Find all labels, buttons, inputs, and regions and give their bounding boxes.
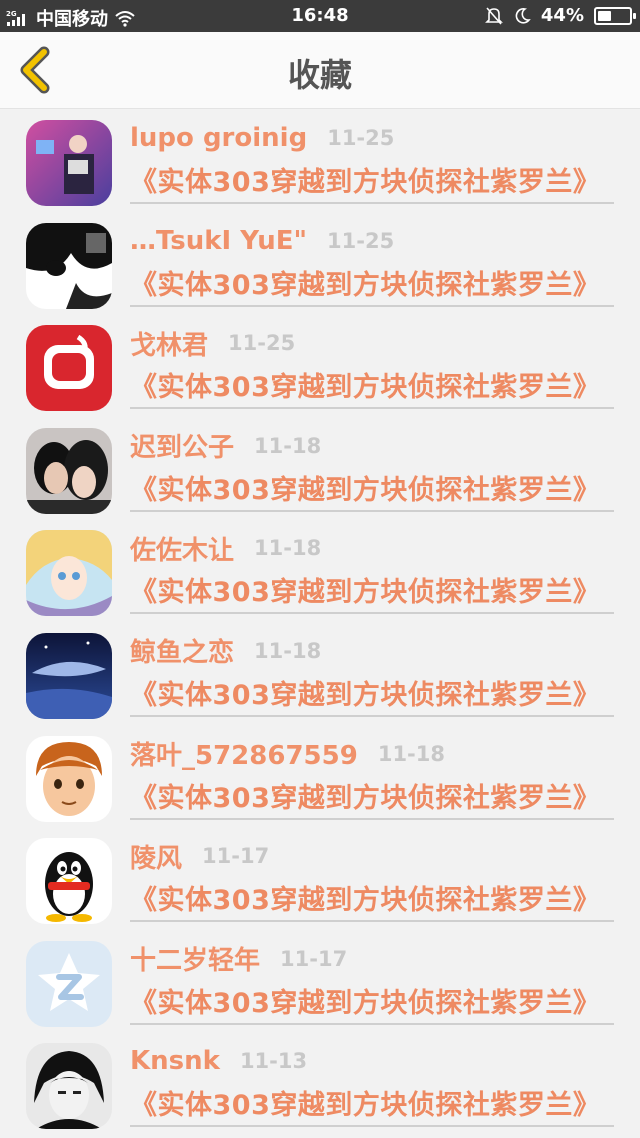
avatar[interactable] [26,838,112,925]
date: 11-18 [254,536,322,561]
story-title[interactable]: 《实体303穿越到方块侦探社紫罗兰》 [130,160,614,199]
username[interactable]: 鲸鱼之恋 [130,632,234,669]
date: 11-25 [327,228,395,253]
avatar[interactable] [26,530,112,617]
list-item[interactable]: 戈林君 11-25 《实体303穿越到方块侦探社紫罗兰》 [0,313,640,416]
username[interactable]: 落叶_572867559 [130,735,358,772]
username[interactable]: 佐佐木让 [130,530,234,567]
bell-muted-icon [484,6,503,25]
avatar[interactable] [26,632,112,719]
avatar[interactable] [26,1043,112,1130]
item-content: 陵风 11-17 《实体303穿越到方块侦探社紫罗兰》 [130,838,614,923]
story-title[interactable]: 《实体303穿越到方块侦探社紫罗兰》 [130,878,614,917]
battery-fill [598,10,612,21]
item-content: 迟到公子 11-18 《实体303穿越到方块侦探社紫罗兰》 [130,428,614,512]
date: 11-17 [202,844,270,869]
date: 11-13 [239,1049,308,1074]
list-item[interactable]: 十二岁轻年 11-17 《实体303穿越到方块侦探社紫罗兰》 [0,929,640,1032]
story-title[interactable]: 《实体303穿越到方块侦探社紫罗兰》 [130,468,614,507]
story-title[interactable]: 《实体303穿越到方块侦探社紫罗兰》 [130,673,614,712]
username[interactable]: 陵风 [130,838,182,875]
avatar[interactable] [26,120,112,206]
list-item[interactable]: 佐佐木让 11-18 《实体303穿越到方块侦探社紫罗兰》 [0,518,640,621]
page-title: 收藏 [287,56,352,94]
date: 11-17 [280,946,348,971]
list-item[interactable]: Knsnk 11-13 《实体303穿越到方块侦探社紫罗兰》 [0,1031,640,1134]
username[interactable]: lupo groinig [130,123,307,153]
list-item[interactable]: 落叶_572867559 11-18 《实体303穿越到方块侦探社紫罗兰》 [0,724,640,827]
list-item[interactable]: 鲸鱼之恋 11-18 《实体303穿越到方块侦探社紫罗兰》 [0,621,640,724]
avatar[interactable] [26,735,112,822]
status-bar: 2G 中国移动 16:48 44% [0,0,640,32]
story-title[interactable]: 《实体303穿越到方块侦探社紫罗兰》 [130,263,614,302]
date: 11-18 [254,433,322,458]
date: 11-18 [254,638,322,663]
list-item[interactable]: lupo groinig 11-25 《实体303穿越到方块侦探社紫罗兰》 [0,108,640,211]
item-content: 佐佐木让 11-18 《实体303穿越到方块侦探社紫罗兰》 [130,530,614,615]
date: 11-18 [377,741,445,766]
date: 11-25 [228,331,296,356]
story-title[interactable]: 《实体303穿越到方块侦探社紫罗兰》 [130,365,614,404]
username[interactable]: 戈林君 [130,325,208,362]
nav-bar: 收藏 [0,32,640,109]
username[interactable]: 迟到公子 [130,427,234,464]
item-content: Knsnk 11-13 《实体303穿越到方块侦探社紫罗兰》 [130,1043,614,1128]
date: 11-25 [327,126,395,150]
username[interactable]: …TsukI YuE" [130,226,307,256]
avatar[interactable] [26,940,112,1027]
status-right: 44% [484,5,636,26]
item-content: 十二岁轻年 11-17 《实体303穿越到方块侦探社紫罗兰》 [130,941,614,1025]
avatar[interactable] [26,325,112,412]
favorites-list: lupo groinig 11-25 《实体303穿越到方块侦探社紫罗兰》 …T… [0,108,640,1134]
avatar[interactable] [26,222,112,309]
story-title[interactable]: 《实体303穿越到方块侦探社紫罗兰》 [130,981,614,1020]
list-item[interactable]: 陵风 11-17 《实体303穿越到方块侦探社紫罗兰》 [0,826,640,929]
story-title[interactable]: 《实体303穿越到方块侦探社紫罗兰》 [130,570,614,609]
username[interactable]: 十二岁轻年 [130,940,260,977]
item-content: …TsukI YuE" 11-25 《实体303穿越到方块侦探社紫罗兰》 [130,223,614,307]
username[interactable]: Knsnk [130,1046,220,1076]
item-content: lupo groinig 11-25 《实体303穿越到方块侦探社紫罗兰》 [130,120,614,204]
item-content: 戈林君 11-25 《实体303穿越到方块侦探社紫罗兰》 [130,325,614,410]
item-content: 落叶_572867559 11-18 《实体303穿越到方块侦探社紫罗兰》 [130,736,614,820]
story-title[interactable]: 《实体303穿越到方块侦探社紫罗兰》 [130,1083,614,1122]
battery-percent: 44% [540,5,584,26]
avatar[interactable] [26,427,112,514]
battery-icon [594,6,636,25]
moon-icon [515,7,531,24]
item-content: 鲸鱼之恋 11-18 《实体303穿越到方块侦探社紫罗兰》 [130,633,614,717]
list-item[interactable]: …TsukI YuE" 11-25 《实体303穿越到方块侦探社紫罗兰》 [0,211,640,314]
story-title[interactable]: 《实体303穿越到方块侦探社紫罗兰》 [130,776,614,815]
list-item[interactable]: 迟到公子 11-18 《实体303穿越到方块侦探社紫罗兰》 [0,416,640,519]
